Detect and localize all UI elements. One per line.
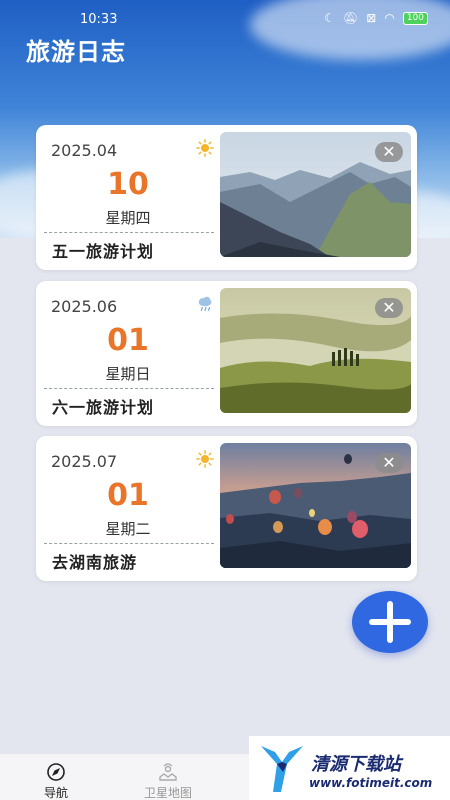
card-month: 2025.04 xyxy=(51,141,118,160)
sun-icon xyxy=(196,450,214,468)
watermark-brand: 清源下载站 xyxy=(311,754,401,775)
battery-icon: 100 xyxy=(402,11,428,25)
sun-icon xyxy=(196,139,214,157)
satellite-map-icon xyxy=(159,763,177,781)
mute-icon: 🔕︎ xyxy=(343,11,359,25)
add-entry-button[interactable] xyxy=(352,591,428,653)
delete-button[interactable]: ✕ xyxy=(375,298,403,318)
nav-item-satellite-map[interactable]: 卫星地图 xyxy=(128,762,208,800)
status-icons: ☾ 🔕︎ ⊠ ◠ 100 xyxy=(324,11,428,25)
divider xyxy=(44,388,214,389)
hot-air-balloons-photo: ✕ xyxy=(220,443,411,568)
watermark-logo-icon xyxy=(261,746,303,792)
card-day: 10 xyxy=(107,167,149,202)
journal-card[interactable]: 2025.04 10 星期四 五一旅游计划 ✕ xyxy=(36,125,417,270)
moon-icon: ☾ xyxy=(324,11,336,25)
card-weekday: 星期二 xyxy=(105,520,151,538)
card-month: 2025.07 xyxy=(51,452,118,471)
cloud-rain-icon xyxy=(198,296,212,311)
plus-icon-vertical xyxy=(387,601,393,643)
card-plan-title: 去湖南旅游 xyxy=(52,553,138,572)
card-info: 2025.07 01 星期二 去湖南旅游 xyxy=(36,436,220,581)
misty-hills-photo: ✕ xyxy=(220,288,411,413)
card-weekday: 星期日 xyxy=(105,365,151,383)
no-sim-icon: ⊠ xyxy=(366,11,377,25)
card-day: 01 xyxy=(107,478,149,513)
nav-label: 导航 xyxy=(43,786,68,800)
mountain-photo: ✕ xyxy=(220,132,411,257)
watermark: 清源下载站 www.fotimeit.com xyxy=(249,736,450,800)
nav-item-navigation[interactable]: 导航 xyxy=(16,762,96,800)
card-plan-title: 六一旅游计划 xyxy=(52,398,155,417)
wifi-icon: ◠ xyxy=(384,11,395,25)
nav-label: 卫星地图 xyxy=(143,786,192,800)
card-info: 2025.06 01 星期日 六一旅游计划 xyxy=(36,281,220,426)
card-info: 2025.04 10 星期四 五一旅游计划 xyxy=(36,125,220,270)
delete-button[interactable]: ✕ xyxy=(375,453,403,473)
status-time: 10:33 xyxy=(80,12,118,27)
page-title: 旅游日志 xyxy=(26,38,126,66)
delete-button[interactable]: ✕ xyxy=(375,142,403,162)
card-plan-title: 五一旅游计划 xyxy=(52,242,155,261)
journal-card[interactable]: 2025.06 01 星期日 六一旅游计划 ✕ xyxy=(36,281,417,426)
card-weekday: 星期四 xyxy=(105,209,151,227)
divider xyxy=(44,232,214,233)
divider xyxy=(44,543,214,544)
watermark-url: www.fotimeit.com xyxy=(309,776,433,790)
card-day: 01 xyxy=(107,323,149,358)
compass-icon xyxy=(47,763,65,781)
status-bar: 10:33 ☾ 🔕︎ ⊠ ◠ 100 xyxy=(0,8,450,32)
card-month: 2025.06 xyxy=(51,297,118,316)
journal-card[interactable]: 2025.07 01 星期二 去湖南旅游 ✕ xyxy=(36,436,417,581)
